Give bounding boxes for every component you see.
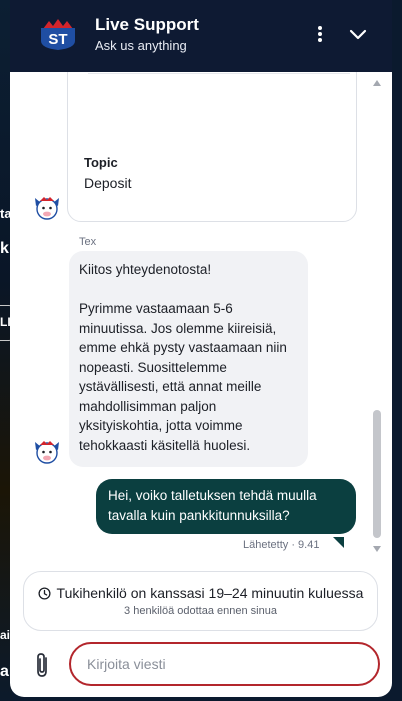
agent-message-text: Kiitos yhteydenotosta! <box>79 262 212 277</box>
chat-widget: ST Live Support Ask us anything Topic De… <box>10 0 392 697</box>
chat-title: Live Support <box>95 15 199 34</box>
agent-message-bubble: Kiitos yhteydenotosta! Pyrimme vastaamaa… <box>69 251 308 467</box>
divider <box>88 73 350 74</box>
agent-message-text: Pyrimme vastaamaan 5-6 minuutissa. Jos o… <box>79 301 287 453</box>
message-list[interactable]: Topic Deposit Tex Kiitos yhteydenotosta!… <box>10 72 392 558</box>
pre-chat-form-card: Topic Deposit <box>67 72 357 222</box>
vertical-ellipsis-icon <box>318 26 322 42</box>
topic-value: Deposit <box>84 175 132 191</box>
topic-label: Topic <box>84 155 118 170</box>
scroll-down-arrow-icon[interactable] <box>373 546 381 552</box>
queue-status-line: Tukihenkilö on kanssasi 19–24 minuutin k… <box>24 585 377 601</box>
clock-icon <box>38 587 51 600</box>
agent-avatar <box>35 441 59 464</box>
bubble-tail <box>333 537 344 548</box>
chat-subtitle: Ask us anything <box>95 38 187 53</box>
agent-avatar <box>35 197 59 220</box>
brand-logo: ST <box>41 19 75 50</box>
message-status: Lähetetty · 9.41 <box>243 539 320 551</box>
paperclip-icon <box>37 653 47 677</box>
logo-text: ST <box>48 31 67 48</box>
attach-button[interactable] <box>32 651 54 679</box>
scroll-up-arrow-icon[interactable] <box>373 80 381 86</box>
queue-wait-text: Tukihenkilö on kanssasi 19–24 minuutin k… <box>56 585 364 601</box>
collapse-button[interactable] <box>346 22 370 46</box>
user-message-bubble: Hei, voiko talletuksen tehdä muulla tava… <box>96 479 356 534</box>
scrollbar[interactable] <box>372 72 382 558</box>
agent-name: Tex <box>79 236 97 248</box>
menu-button[interactable] <box>308 22 332 46</box>
scrollbar-thumb[interactable] <box>373 410 381 538</box>
chevron-down-icon <box>349 29 367 40</box>
message-input[interactable] <box>69 642 380 686</box>
queue-status-card: Tukihenkilö on kanssasi 19–24 minuutin k… <box>23 571 378 631</box>
queue-position-text: 3 henkilöä odottaa ennen sinua <box>124 605 277 617</box>
chat-header: ST Live Support Ask us anything <box>10 0 392 72</box>
